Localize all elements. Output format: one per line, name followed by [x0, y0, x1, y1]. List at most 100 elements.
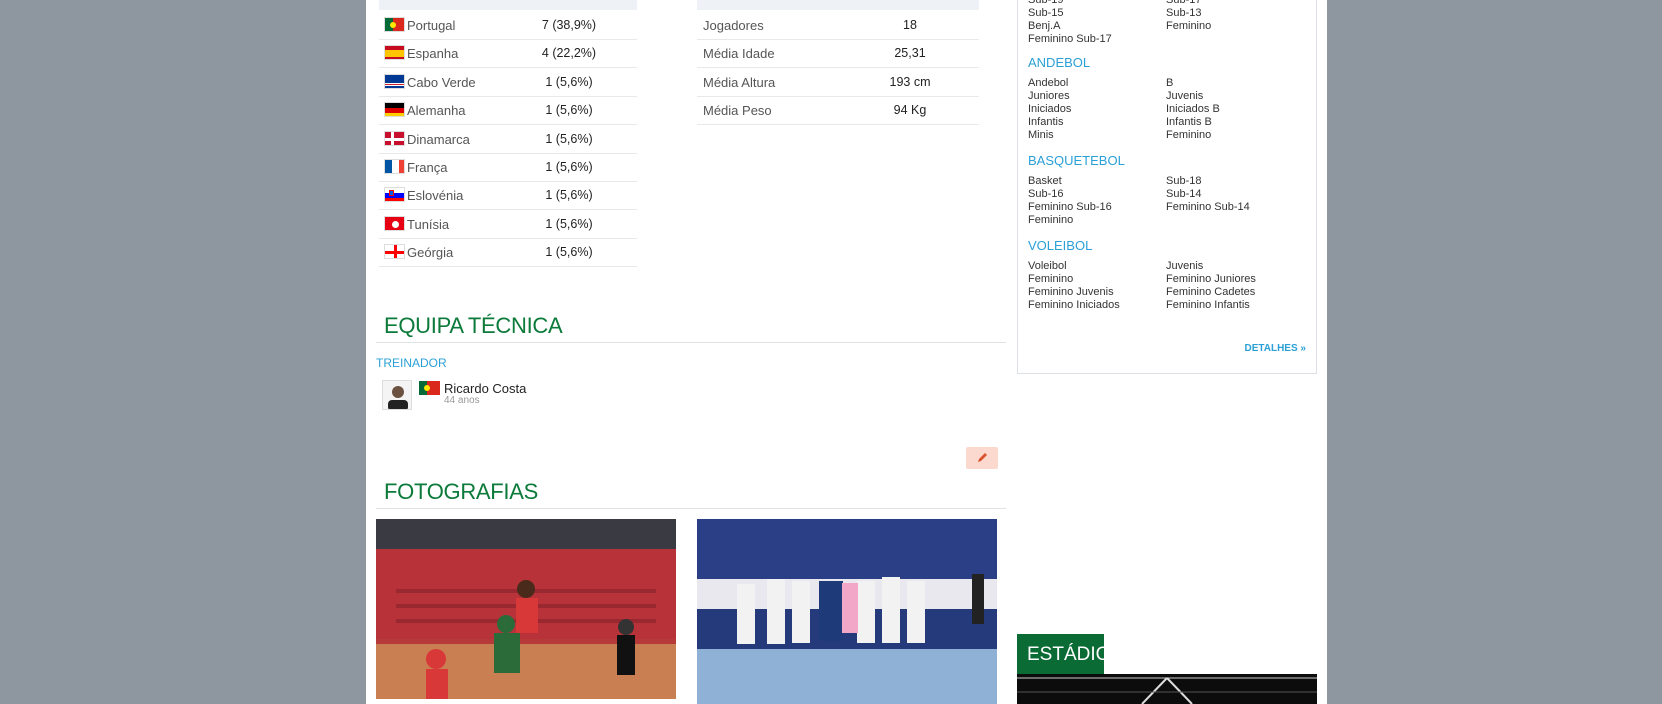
team-link[interactable]: Iniciados B — [1166, 103, 1220, 115]
espanha-flag-icon — [384, 45, 405, 61]
team-link[interactable]: Sub-15 — [1028, 7, 1063, 19]
team-link[interactable]: Voleibol — [1028, 260, 1067, 272]
team-link[interactable]: Feminino — [1166, 129, 1211, 141]
person-icon — [388, 386, 408, 409]
country-count: 7 (38,9%) — [541, 18, 597, 32]
edit-button[interactable] — [966, 447, 998, 469]
stat-value: 94 Kg — [893, 103, 927, 118]
country-count: 1 (5,6%) — [545, 188, 593, 203]
sport-title[interactable]: BASQUETEBOL — [1028, 153, 1125, 168]
team-link[interactable]: Feminino Sub-14 — [1166, 201, 1250, 213]
staff-section-title: EQUIPA TÉCNICA — [384, 313, 563, 338]
stat-row: Jogadores 18 — [697, 10, 979, 40]
team-link[interactable]: Minis — [1028, 129, 1054, 141]
stat-label: Média Peso — [703, 103, 772, 119]
country-count: 1 (5,6%) — [545, 74, 593, 89]
team-link[interactable]: Benj.A — [1028, 20, 1060, 32]
coach-age: 44 anos — [444, 395, 480, 406]
team-link[interactable]: Feminino Sub-16 — [1028, 201, 1112, 213]
coach-role-label: TREINADOR — [376, 356, 447, 370]
stadium-image[interactable] — [1017, 674, 1317, 704]
stat-label: Média Idade — [703, 46, 775, 62]
team-link[interactable]: Feminino Infantis — [1166, 299, 1250, 311]
divider — [376, 508, 1006, 509]
stadium-photo — [1017, 677, 1317, 704]
photo-image — [697, 519, 997, 704]
stat-value: 25,31 — [894, 46, 926, 61]
stats-table-header — [697, 0, 979, 10]
photo-team-celebration[interactable] — [697, 519, 997, 704]
nationality-row: Alemanha 1 (5,6%) — [379, 95, 637, 126]
coach-name[interactable]: Ricardo Costa — [444, 381, 526, 396]
team-link[interactable]: Iniciados — [1028, 103, 1071, 115]
country-count: 1 (5,6%) — [545, 160, 593, 174]
team-link[interactable]: Andebol — [1028, 77, 1068, 89]
stat-label: Jogadores — [703, 18, 764, 33]
teams-sidebar: Sub-19 Sub-15 Benj.A Feminino Sub-17 Sub-17 S… — [1017, 0, 1317, 374]
team-link[interactable]: Infantis B — [1166, 116, 1212, 128]
stadium-title: ESTÁDIO — [1027, 644, 1111, 665]
alemanha-flag-icon — [384, 102, 405, 118]
team-link[interactable]: Juvenis — [1166, 90, 1203, 102]
team-link[interactable]: Sub-19 — [1028, 0, 1063, 6]
nationality-row: Geórgia 1 (5,6%) — [379, 237, 637, 268]
nationality-table-header — [379, 0, 637, 10]
country-name: Dinamarca — [407, 131, 470, 147]
team-link[interactable]: Juniores — [1028, 90, 1070, 102]
team-link[interactable]: Sub-14 — [1166, 188, 1201, 200]
details-link[interactable]: DETALHES » — [1245, 343, 1307, 354]
photo-image — [376, 519, 676, 699]
caboverde-flag-icon — [384, 73, 405, 89]
main-content: Portugal 7 (38,9%) Espanha 4 (22,2%) Cab… — [366, 0, 1327, 704]
country-name: Tunísia — [407, 216, 450, 232]
gergia-flag-icon — [384, 244, 405, 260]
nationality-row: Cabo Verde 1 (5,6%) — [379, 67, 637, 97]
country-count: 1 (5,6%) — [545, 103, 593, 118]
nationality-row: Portugal 7 (38,9%) — [379, 10, 637, 40]
portugal-flag-icon — [419, 381, 440, 395]
country-name: Alemanha — [407, 103, 466, 119]
frana-flag-icon — [384, 159, 405, 174]
nationality-row: Eslovénia 1 (5,6%) — [379, 180, 637, 211]
team-link[interactable]: Sub-16 — [1028, 188, 1063, 200]
pencil-icon — [978, 453, 987, 462]
country-name: Eslovénia — [407, 188, 464, 204]
stat-value: 193 cm — [889, 74, 931, 89]
team-link[interactable]: Feminino Cadetes — [1166, 286, 1255, 298]
stat-row: Média Altura 193 cm — [697, 67, 979, 97]
stat-label: Média Altura — [703, 74, 776, 90]
team-link[interactable]: Feminino — [1028, 273, 1073, 285]
country-name: Portugal — [407, 18, 456, 33]
team-link[interactable]: B — [1166, 77, 1173, 89]
team-link[interactable]: Infantis — [1028, 116, 1063, 128]
nationality-row: Tunísia 1 (5,6%) — [379, 209, 637, 239]
team-link[interactable]: Sub-13 — [1166, 7, 1201, 19]
team-link[interactable]: Feminino — [1166, 20, 1211, 32]
sport-title[interactable]: VOLEIBOL — [1028, 238, 1092, 253]
country-name: Espanha — [407, 46, 459, 62]
team-link[interactable]: Feminino Iniciados — [1028, 299, 1120, 311]
nationality-row: França 1 (5,6%) — [379, 152, 637, 182]
stat-row: Média Peso 94 Kg — [697, 95, 979, 126]
team-link[interactable]: Basket — [1028, 175, 1062, 187]
country-count: 1 (5,6%) — [545, 216, 593, 231]
team-link[interactable]: Feminino Juniores — [1166, 273, 1256, 285]
country-name: Geórgia — [407, 245, 454, 261]
team-link[interactable]: Juvenis — [1166, 260, 1203, 272]
stat-row: Média Idade 25,31 — [697, 38, 979, 69]
team-link[interactable]: Sub-18 — [1166, 175, 1201, 187]
coach-avatar[interactable] — [382, 380, 412, 410]
team-link[interactable]: Feminino Juvenis — [1028, 286, 1114, 298]
team-link[interactable]: Feminino — [1028, 214, 1073, 226]
divider — [376, 342, 1006, 343]
country-count: 4 (22,2%) — [541, 46, 597, 61]
tunsia-flag-icon — [384, 215, 405, 231]
team-link[interactable]: Feminino Sub-17 — [1028, 33, 1112, 45]
photo-handball-match[interactable] — [376, 519, 676, 699]
country-count: 1 (5,6%) — [545, 245, 593, 260]
sport-title[interactable]: ANDEBOL — [1028, 55, 1090, 70]
dinamarca-flag-icon — [384, 130, 405, 146]
nationality-row: Dinamarca 1 (5,6%) — [379, 124, 637, 154]
nationality-row: Espanha 4 (22,2%) — [379, 38, 637, 69]
team-link[interactable]: Sub-17 — [1166, 0, 1201, 6]
